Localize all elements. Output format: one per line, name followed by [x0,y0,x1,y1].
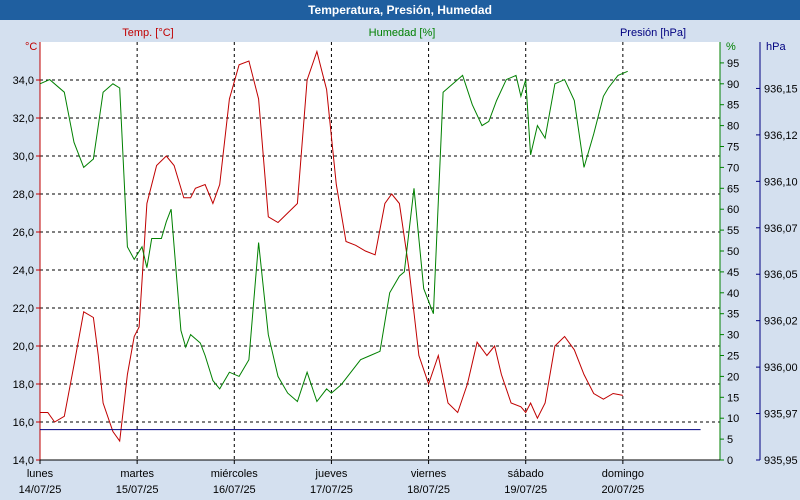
humidity-tick-label: 20 [727,371,739,383]
temperature-tick-label: 18,0 [13,379,34,391]
time-tick-date: 17/07/25 [310,484,353,496]
time-tick-day: domingo [602,468,644,480]
time-tick-day: miércoles [211,468,259,480]
humidity-tick-label: 40 [727,288,739,300]
pressure-tick-label: 935,95 [764,455,798,467]
chart-title-bar: Temperatura, Presión, Humedad [0,0,800,20]
humidity-tick-label: 70 [727,162,739,174]
temperature-tick-label: 34,0 [13,75,34,87]
humidity-tick-label: 90 [727,79,739,91]
temperature-tick-label: 14,0 [13,455,34,467]
humidity-tick-label: 45 [727,267,739,279]
temperature-tick-label: 20,0 [13,341,34,353]
pressure-tick-label: 935,97 [764,409,798,421]
temperature-tick-label: 24,0 [13,265,34,277]
humidity-tick-label: 10 [727,413,739,425]
humidity-axis: 0 5 10 15 20 25 30 35 40 45 50 55 60 65 70 75 80 85 90 95 [719,42,739,467]
temperature-tick-label: 16,0 [13,417,34,429]
time-tick-date: 19/07/25 [504,484,547,496]
chart-title: Temperatura, Presión, Humedad [308,3,492,17]
time-tick-date: 15/07/25 [116,484,159,496]
humidity-unit: % [726,41,736,53]
humidity-tick-label: 5 [727,434,733,446]
plot-area [40,42,720,460]
time-tick-day: jueves [315,468,348,480]
pressure-tick-label: 936,15 [764,83,798,95]
humidity-tick-label: 85 [727,100,739,112]
humidity-tick-label: 50 [727,246,739,258]
humidity-tick-label: 55 [727,225,739,237]
humidity-tick-label: 35 [727,309,739,321]
temperature-tick-label: 32,0 [13,113,34,125]
temperature-axis: 14,0 16,0 18,0 20,0 22,0 24,0 26,0 28,0 30,0 32,0… [13,42,41,467]
time-tick-day: viernes [411,468,447,480]
temperature-axis-title: Temp. [°C] [122,27,173,39]
pressure-tick-label: 936,05 [764,269,798,281]
pressure-tick-label: 936,00 [764,362,798,374]
humidity-tick-label: 60 [727,204,739,216]
humidity-tick-label: 30 [727,330,739,342]
time-tick-date: 16/07/25 [213,484,256,496]
time-tick-day: lunes [27,468,54,480]
pressure-tick-label: 936,12 [764,130,798,142]
pressure-axis: 935,95 935,97 936,00 936,02 936,05 936,07 936,… [756,42,798,467]
time-tick-date: 20/07/25 [601,484,644,496]
pressure-unit: hPa [766,41,786,53]
time-tick-date: 14/07/25 [19,484,62,496]
humidity-tick-label: 0 [727,455,733,467]
time-tick-day: martes [120,468,154,480]
temperature-tick-label: 30,0 [13,151,34,163]
pressure-tick-label: 936,10 [764,176,798,188]
temperature-tick-label: 28,0 [13,189,34,201]
humidity-axis-title: Humedad [%] [369,27,436,39]
humidity-tick-label: 65 [727,183,739,195]
weather-chart: 14,0 16,0 18,0 20,0 22,0 24,0 26,0 28,0 30,0 32,0… [13,27,798,496]
time-axis: lunes 14/07/25 martes 15/07/25 miércoles 16/0… [19,459,720,496]
humidity-tick-label: 25 [727,351,739,363]
humidity-tick-label: 15 [727,392,739,404]
pressure-tick-label: 936,02 [764,316,798,328]
temperature-unit: °C [25,41,37,53]
time-tick-date: 18/07/25 [407,484,450,496]
temperature-tick-label: 22,0 [13,303,34,315]
humidity-tick-label: 75 [727,142,739,154]
pressure-tick-label: 936,07 [764,223,798,235]
time-tick-day: sábado [508,468,544,480]
humidity-tick-label: 95 [727,58,739,70]
pressure-axis-title: Presión [hPa] [620,27,686,39]
humidity-tick-label: 80 [727,121,739,133]
temperature-tick-label: 26,0 [13,227,34,239]
